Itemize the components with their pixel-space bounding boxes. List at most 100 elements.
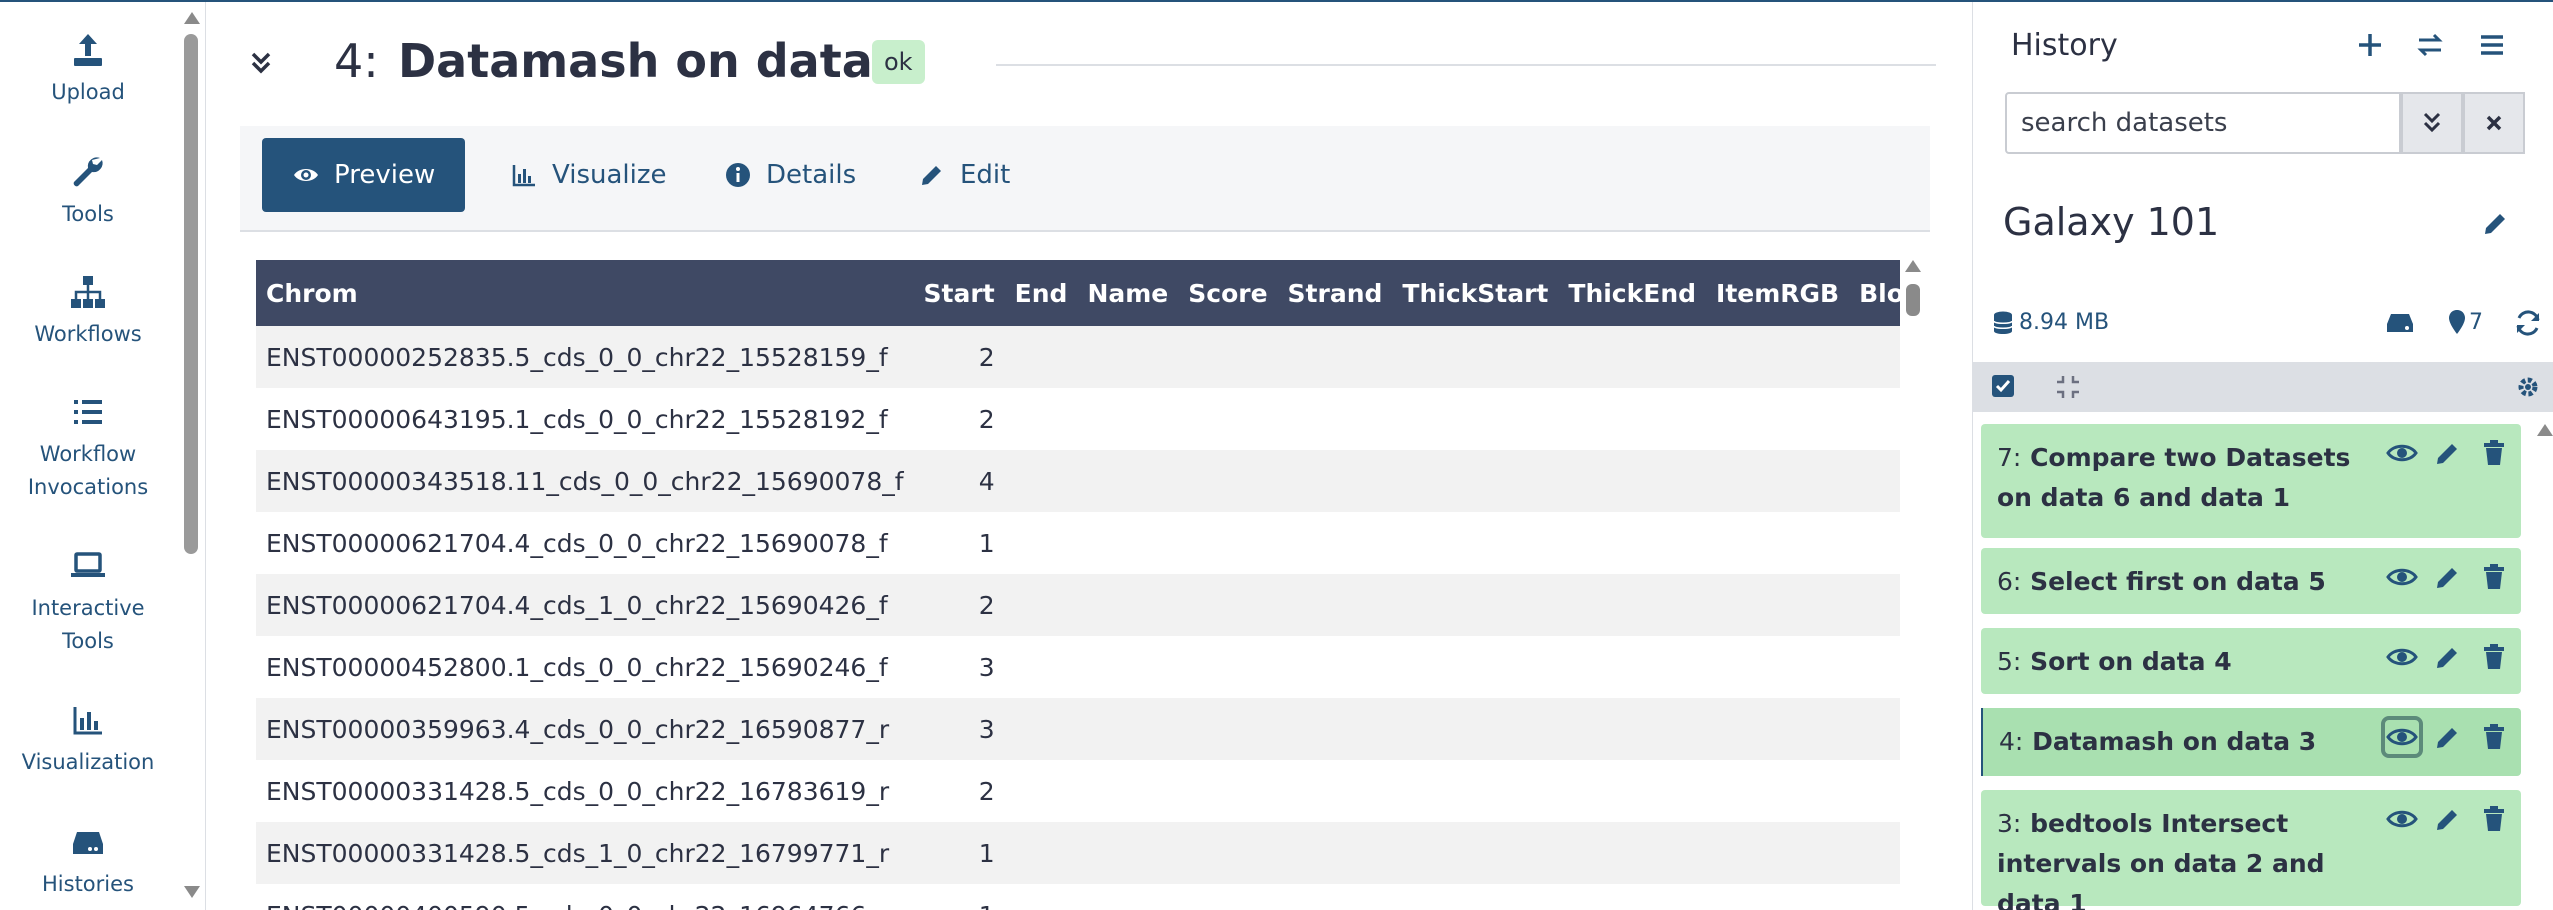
info-icon [726, 163, 750, 187]
trash-icon[interactable] [2477, 436, 2511, 470]
history-item-3[interactable]: 3: bedtools Intersect intervals on data … [1981, 790, 2521, 910]
cell-start: 2 [913, 574, 1005, 636]
column-header[interactable]: Name [1077, 260, 1179, 326]
column-header[interactable]: Strand [1277, 260, 1393, 326]
eye-icon[interactable] [2385, 436, 2419, 470]
checkbox-icon[interactable] [1991, 374, 2015, 398]
column-header[interactable]: Chrom [256, 260, 914, 326]
scrollbar-thumb[interactable] [1906, 284, 1920, 316]
table-row: ENST00000331428.5_cds_1_0_chr22_16799771… [256, 822, 1900, 884]
scroll-up-arrow[interactable] [1905, 260, 1921, 272]
menu-icon[interactable] [2477, 30, 2507, 60]
table-row: ENST00000452800.1_cds_0_0_chr22_15690246… [256, 636, 1900, 698]
activity-tools[interactable]: Tools [0, 152, 176, 231]
status-badge: ok [872, 40, 925, 84]
column-header[interactable]: ThickStart [1392, 260, 1559, 326]
double-chevron-down-icon [2423, 112, 2441, 133]
pencil-icon[interactable] [2431, 560, 2465, 594]
history-item-title: 6: Select first on data 5 [1997, 567, 2326, 596]
cell-start: 4 [913, 450, 1005, 512]
activity-upload[interactable]: Upload [0, 30, 176, 109]
cell-chrom: ENST00000452800.1_cds_0_0_chr22_15690246… [256, 636, 914, 698]
activity-label: Visualization [21, 750, 155, 774]
preview-table: Chrom Start End Name Score Strand ThickS… [256, 260, 1900, 910]
cell-chrom: ENST00000343518.11_cds_0_0_chr22_1569007… [256, 450, 914, 512]
history-item-5[interactable]: 5: Sort on data 4 [1981, 628, 2521, 694]
tab-visualize[interactable]: Visualize [480, 138, 697, 212]
upload-icon [74, 34, 102, 66]
trash-icon[interactable] [2477, 640, 2511, 674]
activity-label: Upload [51, 80, 125, 104]
column-header[interactable]: Start [913, 260, 1005, 326]
activity-scrollbar[interactable] [178, 2, 206, 910]
table-scrollbar[interactable] [1902, 260, 1924, 910]
refresh-icon[interactable] [2513, 308, 2543, 338]
scroll-up-arrow[interactable] [184, 12, 200, 24]
activity-workflows[interactable]: Workflows [0, 272, 176, 351]
history-item-4[interactable]: 4: Datamash on data 3 [1981, 708, 2521, 776]
trash-icon[interactable] [2477, 560, 2511, 594]
activity-visualization[interactable]: Visualization [0, 700, 176, 779]
preview-table-container: Chrom Start End Name Score Strand ThickS… [256, 260, 1900, 910]
pencil-icon[interactable] [2431, 436, 2465, 470]
compress-icon[interactable] [2055, 374, 2081, 400]
tab-preview[interactable]: Preview [262, 138, 466, 212]
activity-interactive-tools[interactable]: Interactive Tools [0, 546, 176, 658]
pencil-icon[interactable] [2481, 208, 2511, 238]
dataset-view: 4: Datamash on data 3 ok Preview Visuali… [206, 2, 1972, 910]
column-header[interactable]: End [1004, 260, 1078, 326]
activity-label: Tools [62, 202, 114, 226]
search-input[interactable]: search datasets [2005, 92, 2401, 154]
pencil-icon[interactable] [2431, 720, 2465, 754]
exchange-icon[interactable] [2415, 30, 2445, 60]
eye-icon[interactable] [2385, 560, 2419, 594]
activity-label: Histories [42, 872, 134, 896]
column-header[interactable]: ItemRGB [1706, 260, 1850, 326]
eye-icon[interactable] [2385, 802, 2419, 836]
scroll-down-arrow[interactable] [184, 886, 200, 898]
cell-chrom: ENST00000400590.5_cds_0_0_chr22_16964766 [256, 884, 914, 910]
trash-icon[interactable] [2477, 802, 2511, 836]
cell-start: 3 [913, 698, 1005, 760]
eye-icon[interactable] [2381, 716, 2423, 758]
activity-histories[interactable]: Histories [0, 822, 176, 901]
laptop-icon [71, 552, 105, 577]
scroll-up-arrow[interactable] [2537, 424, 2553, 436]
activity-label: Interactive Tools [31, 596, 145, 653]
scrollbar-thumb[interactable] [184, 34, 198, 554]
gear-icon[interactable] [2515, 374, 2541, 400]
history-item-title: 5: Sort on data 4 [1997, 647, 2232, 676]
history-item-6[interactable]: 6: Select first on data 5 [1981, 548, 2521, 614]
history-item-title: 3: bedtools Intersect intervals on data … [1997, 809, 2325, 910]
tab-edit[interactable]: Edit [888, 138, 1040, 212]
history-size[interactable]: 8.94 MB [2019, 310, 2109, 335]
dataset-tabs: Preview Visualize Details Edit [240, 126, 1930, 232]
activity-workflow-invocations[interactable]: Workflow Invocations [0, 392, 176, 504]
trash-icon[interactable] [2477, 720, 2511, 754]
pencil-icon[interactable] [2431, 802, 2465, 836]
table-row: ENST00000400590.5_cds_0_0_chr22_16964766… [256, 884, 1900, 910]
map-marker-icon[interactable] [2447, 308, 2467, 336]
column-header[interactable]: ThickEnd [1558, 260, 1707, 326]
dataset-hid: 4: [334, 34, 379, 88]
tab-details[interactable]: Details [694, 138, 886, 212]
hdd-icon[interactable] [2385, 310, 2415, 336]
pencil-icon[interactable] [2431, 640, 2465, 674]
double-chevron-down-icon[interactable] [250, 50, 272, 76]
clear-search-button[interactable] [2463, 92, 2525, 154]
advanced-search-button[interactable] [2401, 92, 2463, 154]
eye-icon[interactable] [2385, 640, 2419, 674]
cell-chrom: ENST00000331428.5_cds_0_0_chr22_16783619… [256, 760, 914, 822]
history-items: 7: Compare two Datasets on data 6 and da… [1981, 424, 2527, 910]
column-header[interactable]: BlockCou [1849, 260, 1900, 326]
history-item-title: 7: Compare two Datasets on data 6 and da… [1997, 443, 2351, 512]
header-divider [996, 64, 1936, 66]
dataset-header: 4: Datamash on data 3 ok [236, 24, 1936, 104]
tab-label: Edit [960, 160, 1011, 190]
cell-start: 1 [913, 884, 1005, 910]
history-item-7[interactable]: 7: Compare two Datasets on data 6 and da… [1981, 424, 2521, 538]
activity-label: Workflows [34, 322, 142, 346]
plus-icon[interactable] [2355, 30, 2385, 60]
column-header[interactable]: Score [1178, 260, 1278, 326]
dataset-title: Datamash on data 3 [398, 34, 921, 88]
